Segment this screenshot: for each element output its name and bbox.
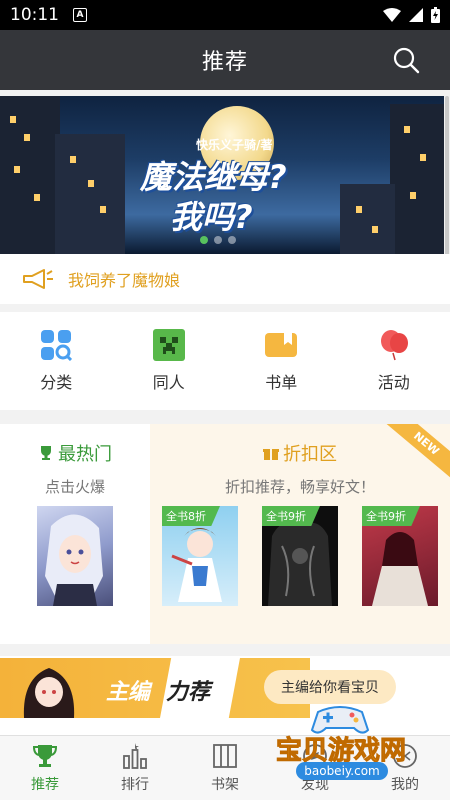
- editor-title-part2: 力荐: [166, 680, 211, 705]
- gift-icon: [263, 449, 279, 460]
- category-grid-icon: [41, 330, 73, 361]
- search-icon[interactable]: [392, 46, 420, 74]
- bookshelf-icon: [213, 744, 237, 768]
- booklist-icon: [265, 333, 298, 357]
- battery-icon: [431, 7, 440, 23]
- tab-label: 书架: [211, 777, 239, 793]
- category-item-booklist[interactable]: 书单: [225, 312, 338, 410]
- hottest-title: 最热门: [58, 444, 112, 465]
- editor-pick-button[interactable]: 主编给你看宝贝: [264, 670, 396, 704]
- creeper-icon: [152, 329, 185, 361]
- category-label: 活动: [377, 373, 410, 392]
- promo-section: 最热门 点击火爆 NEW 折扣区 折扣推荐，畅享好文！ 全书8折 全书9折 全书…: [0, 424, 450, 644]
- megaphone-icon: [23, 269, 53, 289]
- tab-label: 排行: [121, 777, 149, 793]
- balloon-icon: [380, 330, 408, 361]
- category-label: 书单: [265, 373, 298, 392]
- building-left-2: [55, 134, 125, 254]
- carousel-dot[interactable]: [228, 236, 236, 244]
- notification-badge-icon: A: [73, 8, 87, 22]
- category-label: 同人: [152, 373, 185, 392]
- hottest-panel[interactable]: 最热门 点击火爆: [0, 424, 150, 644]
- hottest-subtitle: 点击火爆: [44, 478, 105, 496]
- discount-subtitle: 折扣推荐，畅享好文！: [224, 478, 375, 496]
- main-content[interactable]: 快乐义子骑/著 魔法继母? 我吗? 我饲养了魔物娘 分类 同人 书单 活动 最热…: [0, 90, 450, 735]
- category-item-classify[interactable]: 分类: [0, 312, 113, 410]
- tab-bookshelf[interactable]: 书架: [180, 736, 270, 800]
- discount-book-cover[interactable]: 全书9折: [262, 506, 338, 606]
- signal-icon: [409, 8, 423, 22]
- app-header: 推荐: [0, 30, 450, 90]
- tab-ranking[interactable]: 排行: [90, 736, 180, 800]
- anime-girl-illustration: [45, 514, 103, 606]
- discount-panel[interactable]: NEW 折扣区 折扣推荐，畅享好文！ 全书8折 全书9折 全书9折: [150, 424, 450, 644]
- discount-book-cover[interactable]: 全书8折: [162, 506, 238, 606]
- hottest-book-cover[interactable]: [37, 506, 113, 606]
- discount-title-row: 折扣区: [150, 440, 450, 466]
- tab-label: 推荐: [31, 777, 59, 793]
- discount-tag: 全书8折: [162, 506, 220, 526]
- wifi-icon: [383, 8, 401, 22]
- category-label: 分类: [40, 373, 73, 392]
- carousel-dot[interactable]: [214, 236, 222, 244]
- tab-recommend[interactable]: 推荐: [0, 736, 90, 800]
- trophy-small-icon: [41, 446, 51, 460]
- scrollbar[interactable]: [445, 96, 449, 276]
- editor-girl-illustration: [23, 668, 75, 718]
- discount-tag: 全书9折: [262, 506, 320, 526]
- carousel-dot[interactable]: [200, 236, 208, 244]
- carousel-dots: [200, 236, 236, 244]
- status-icons: [383, 7, 440, 23]
- category-item-fanfic[interactable]: 同人: [113, 312, 226, 410]
- category-item-events[interactable]: 活动: [338, 312, 450, 410]
- page-title: 推荐: [201, 50, 248, 75]
- hottest-title-row: 最热门: [0, 440, 150, 466]
- building-right-2: [340, 184, 395, 254]
- editor-title-part1: 主编: [106, 680, 151, 705]
- status-bar: 10:11 A: [0, 0, 450, 30]
- ranking-icon: [123, 743, 147, 769]
- category-row: 分类 同人 书单 活动: [0, 312, 450, 410]
- building-right: [390, 104, 444, 254]
- status-time: 10:11: [10, 5, 59, 25]
- announcement-bar[interactable]: 我饲养了魔物娘: [0, 254, 450, 304]
- discount-title: 折扣区: [283, 444, 337, 465]
- banner-author: 快乐义子骑/著: [196, 138, 273, 152]
- banner-title-line2: 我吗?: [170, 198, 253, 236]
- banner-carousel[interactable]: 快乐义子骑/著 魔法继母? 我吗?: [0, 96, 444, 254]
- building-left: [0, 96, 60, 254]
- trophy-icon: [32, 745, 58, 767]
- discount-book-cover[interactable]: 全书9折: [362, 506, 438, 606]
- discount-tag: 全书9折: [362, 506, 420, 526]
- watermark: 宝贝游戏网 baobeiy.com: [270, 700, 450, 800]
- watermark-url: baobeiy.com: [296, 762, 388, 780]
- announcement-text: 我饲养了魔物娘: [68, 271, 181, 290]
